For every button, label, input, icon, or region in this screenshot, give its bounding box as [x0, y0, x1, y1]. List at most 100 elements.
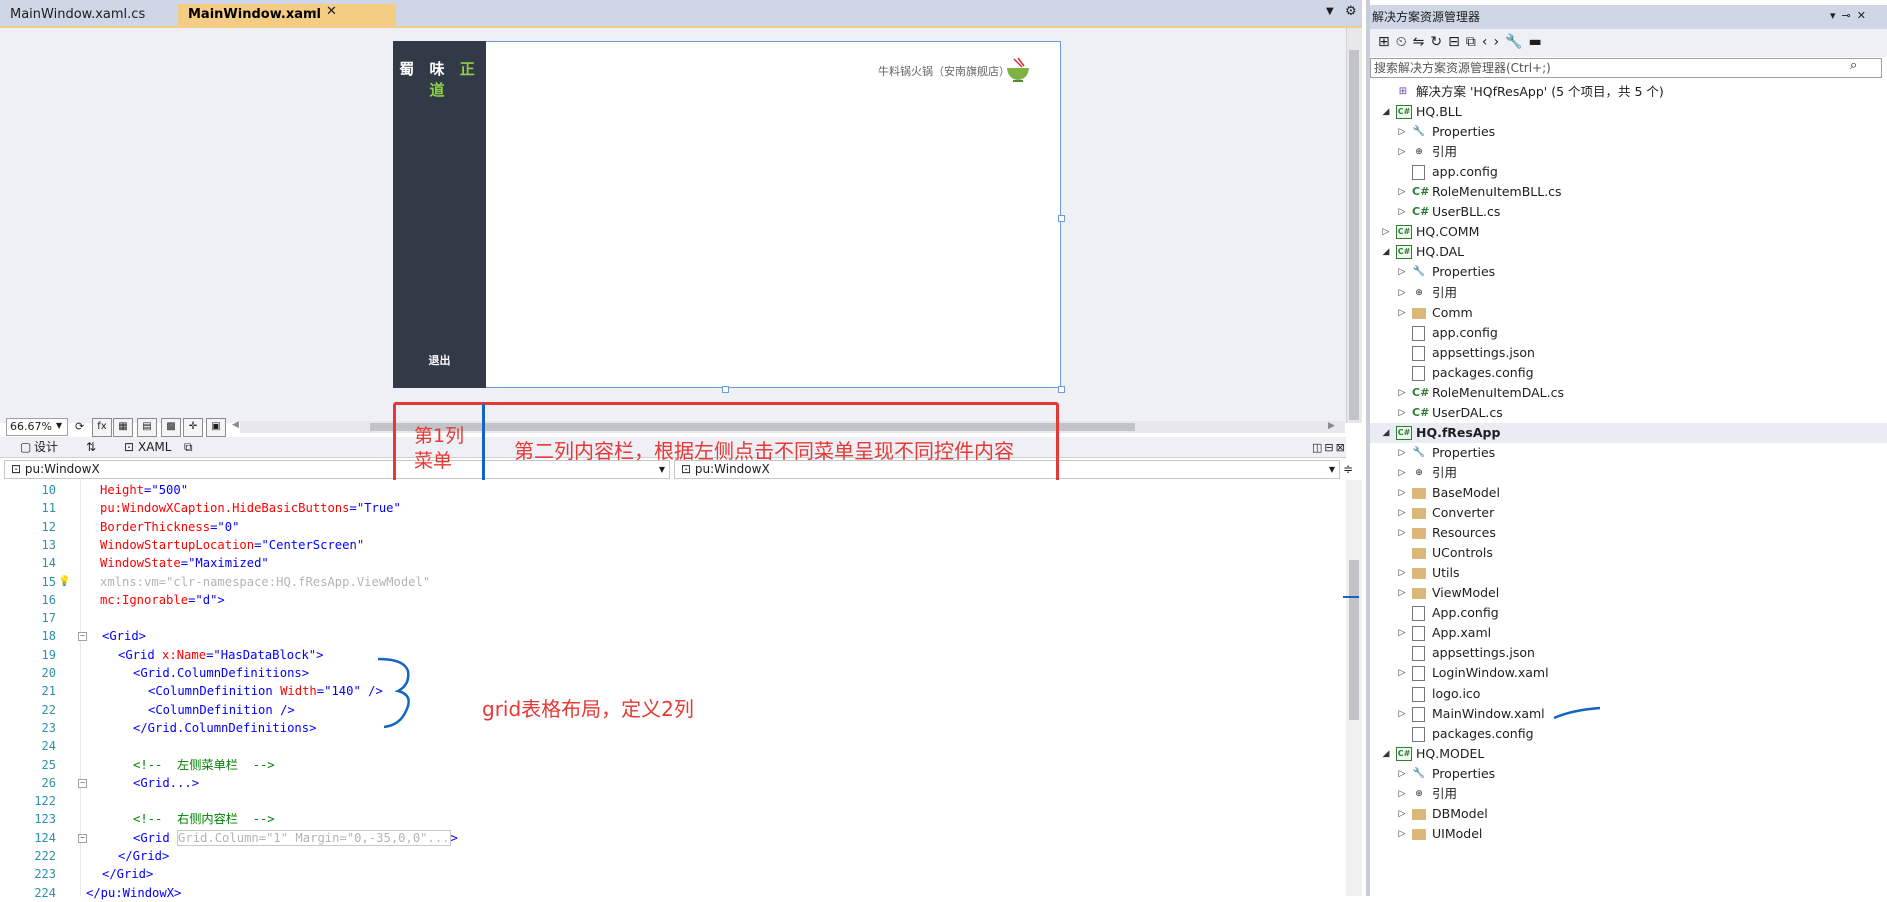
- window-preview[interactable]: [393, 41, 1061, 388]
- tree-item-packages-config[interactable]: packages.config: [1370, 724, 1887, 744]
- close-tab-icon[interactable]: ✕: [326, 4, 337, 19]
- collapsed-arrow-icon[interactable]: ▷: [1396, 262, 1408, 282]
- tree-item-appsettings-json[interactable]: appsettings.json: [1370, 343, 1887, 363]
- show-all-files-icon[interactable]: ⧉: [1466, 34, 1482, 50]
- collapsed-arrow-icon[interactable]: ▷: [1396, 583, 1408, 603]
- collapsed-arrow-icon[interactable]: ▷: [1396, 523, 1408, 543]
- tree-item-app-config[interactable]: App.config: [1370, 603, 1887, 623]
- collapsed-arrow-icon[interactable]: ▷: [1396, 483, 1408, 503]
- tree-item-properties[interactable]: ▷ 🔧 Properties: [1370, 122, 1887, 142]
- tree-item-loginwindow-xaml[interactable]: ▷ LoginWindow.xaml: [1370, 663, 1887, 683]
- chevron-down-icon[interactable]: ▼: [56, 421, 62, 430]
- gear-icon[interactable]: ⚙: [1345, 4, 1357, 19]
- tree-item-rolemenuitembll-cs[interactable]: ▷ C# RoleMenuItemBLL.cs: [1370, 182, 1887, 202]
- tree-item-utils[interactable]: ▷ Utils: [1370, 563, 1887, 583]
- collapse-all-icon[interactable]: ⊟: [1448, 34, 1466, 50]
- collapsed-arrow-icon[interactable]: ▷: [1396, 202, 1408, 222]
- artboard-background-icon[interactable]: ▩: [161, 418, 181, 437]
- tree-item-appsettings-json[interactable]: appsettings.json: [1370, 643, 1887, 663]
- project-code-icon[interactable]: ▣: [206, 418, 226, 437]
- collapsed-arrow-icon[interactable]: ▷: [1396, 122, 1408, 142]
- tree-item-properties[interactable]: ▷ 🔧 Properties: [1370, 764, 1887, 784]
- collapsed-arrow-icon[interactable]: ▷: [1396, 443, 1408, 463]
- preview-toggle-icon[interactable]: ▬: [1529, 34, 1548, 50]
- tab-mainwindow-xaml[interactable]: MainWindow.xaml: [178, 4, 396, 26]
- tree-item-hq-fresapp[interactable]: ◢ C# HQ.fResApp: [1370, 422, 1887, 443]
- collapsed-arrow-icon[interactable]: ▷: [1396, 804, 1408, 824]
- refresh-icon[interactable]: ⟳: [75, 420, 84, 433]
- wrench-icon[interactable]: 🔧: [1505, 34, 1528, 50]
- tree-item-packages-config[interactable]: packages.config: [1370, 363, 1887, 383]
- lightbulb-icon[interactable]: 💡: [58, 573, 70, 591]
- scroll-right-icon[interactable]: ▶: [1328, 421, 1335, 431]
- collapsed-arrow-icon[interactable]: ▷: [1396, 283, 1408, 303]
- collapsed-arrow-icon[interactable]: ▷: [1396, 503, 1408, 523]
- collapsed-arrow-icon[interactable]: ▷: [1396, 303, 1408, 323]
- collapsed-arrow-icon[interactable]: ▷: [1396, 784, 1408, 804]
- expanded-arrow-icon[interactable]: ◢: [1380, 744, 1392, 764]
- preview-logout-button[interactable]: 退出: [393, 352, 486, 368]
- refresh-icon[interactable]: ↻: [1430, 34, 1448, 50]
- resize-handle[interactable]: [1058, 215, 1065, 222]
- editor-vertical-scroll-thumb[interactable]: [1349, 560, 1359, 720]
- popout-icon[interactable]: ⧉: [184, 439, 193, 455]
- tree-item-hq-model[interactable]: ◢ C# HQ.MODEL: [1370, 744, 1887, 764]
- effects-toggle-icon[interactable]: fx: [92, 418, 112, 437]
- tree-item-dbmodel[interactable]: ▷ DBModel: [1370, 804, 1887, 824]
- swap-panes-icon[interactable]: ⇅: [86, 439, 96, 455]
- tree-item-resources[interactable]: ▷ Resources: [1370, 523, 1887, 543]
- tree-item-[interactable]: ▷ ⊕ 引用: [1370, 142, 1887, 162]
- collapsed-arrow-icon[interactable]: ▷: [1396, 142, 1408, 162]
- expanded-arrow-icon[interactable]: ◢: [1380, 242, 1392, 262]
- tree-item-[interactable]: ▷ ⊕ 引用: [1370, 784, 1887, 804]
- tree-item-viewmodel[interactable]: ▷ ViewModel: [1370, 583, 1887, 603]
- tab-mainwindow-xaml-cs[interactable]: MainWindow.xaml.cs: [0, 4, 196, 26]
- collapsed-arrow-icon[interactable]: ▷: [1396, 663, 1408, 683]
- tree-item-[interactable]: ▷ ⊕ 引用: [1370, 283, 1887, 303]
- tree-item-properties[interactable]: ▷ 🔧 Properties: [1370, 262, 1887, 282]
- tree-item-hqfresapp-5-5[interactable]: ⊞ 解决方案 'HQfResApp' (5 个项目，共 5 个): [1370, 82, 1887, 102]
- tree-item-comm[interactable]: ▷ Comm: [1370, 303, 1887, 323]
- search-icon[interactable]: ⌕: [1850, 58, 1857, 73]
- expanded-arrow-icon[interactable]: ◢: [1380, 423, 1392, 443]
- history-icon[interactable]: ⏲: [1396, 34, 1413, 50]
- snap-grid-icon[interactable]: ▤: [137, 418, 157, 437]
- tree-item-app-config[interactable]: app.config: [1370, 162, 1887, 182]
- resize-handle[interactable]: [1058, 386, 1065, 393]
- tree-item-ucontrols[interactable]: UControls: [1370, 543, 1887, 563]
- fold-toggle-icon[interactable]: −: [78, 833, 87, 843]
- split-layout-icons[interactable]: ◫⊟⊠: [1312, 441, 1347, 454]
- designer-vertical-scroll-thumb[interactable]: [1349, 50, 1359, 420]
- tree-item-hq-dal[interactable]: ◢ C# HQ.DAL: [1370, 242, 1887, 262]
- tab-xaml[interactable]: XAML: [138, 439, 171, 455]
- collapsed-arrow-icon[interactable]: ▷: [1396, 824, 1408, 844]
- tree-item-[interactable]: ▷ ⊕ 引用: [1370, 463, 1887, 483]
- code-view-icon[interactable]: ‹›: [1482, 34, 1505, 50]
- split-editor-icon[interactable]: ≑: [1343, 462, 1353, 476]
- collapsed-arrow-icon[interactable]: ▷: [1396, 463, 1408, 483]
- resize-handle[interactable]: [722, 386, 729, 393]
- collapsed-arrow-icon[interactable]: ▷: [1396, 383, 1408, 403]
- pin-tab-icon[interactable]: ⊸: [308, 7, 316, 18]
- tree-item-userdal-cs[interactable]: ▷ C# UserDAL.cs: [1370, 403, 1887, 423]
- tree-item-properties[interactable]: ▷ 🔧 Properties: [1370, 443, 1887, 463]
- grid-toggle-icon[interactable]: ▦: [113, 418, 133, 437]
- solution-search-input[interactable]: 搜索解决方案资源管理器(Ctrl+;): [1370, 58, 1882, 78]
- tree-item-app-xaml[interactable]: ▷ App.xaml: [1370, 623, 1887, 643]
- tree-item-hq-comm[interactable]: ▷ C# HQ.COMM: [1370, 222, 1887, 242]
- snap-lines-icon[interactable]: ✛: [183, 418, 203, 437]
- tree-item-mainwindow-xaml[interactable]: ▷ MainWindow.xaml: [1370, 704, 1887, 724]
- collapsed-arrow-icon[interactable]: ▷: [1396, 182, 1408, 202]
- collapsed-arrow-icon[interactable]: ▷: [1396, 403, 1408, 423]
- collapsed-arrow-icon[interactable]: ▷: [1380, 222, 1392, 242]
- tab-list-dropdown-icon[interactable]: ▼: [1326, 6, 1334, 17]
- collapsed-arrow-icon[interactable]: ▷: [1396, 704, 1408, 724]
- tree-item-converter[interactable]: ▷ Converter: [1370, 503, 1887, 523]
- tree-item-rolemenuitemdal-cs[interactable]: ▷ C# RoleMenuItemDAL.cs: [1370, 383, 1887, 403]
- vs-switch-icon[interactable]: ⊞: [1378, 34, 1396, 50]
- tree-item-app-config[interactable]: app.config: [1370, 323, 1887, 343]
- collapsed-arrow-icon[interactable]: ▷: [1396, 764, 1408, 784]
- sync-icon[interactable]: ⇋: [1413, 34, 1431, 50]
- collapsed-arrow-icon[interactable]: ▷: [1396, 563, 1408, 583]
- collapsed-arrow-icon[interactable]: ▷: [1396, 623, 1408, 643]
